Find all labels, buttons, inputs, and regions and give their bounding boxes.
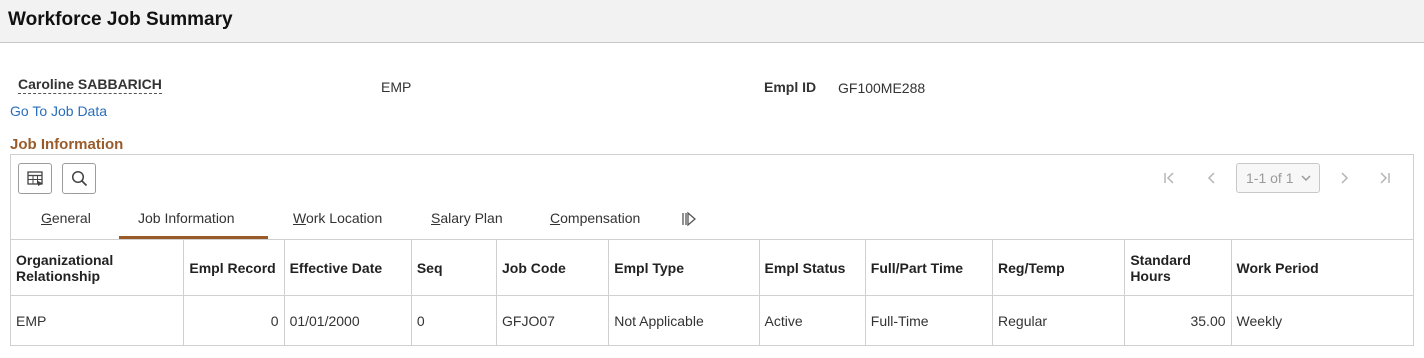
emplid-value: GF100ME288 (838, 80, 926, 96)
column-header[interactable]: Job Code (495, 239, 610, 296)
org-relationship: EMP (381, 79, 412, 95)
column-header[interactable]: Reg/Temp (992, 239, 1126, 296)
tab-salary-plan[interactable]: Salary Plan (431, 210, 503, 239)
show-all-columns-button[interactable] (681, 211, 697, 230)
next-page-icon (1341, 172, 1349, 184)
page-range-value: 1-1 of 1 (1246, 170, 1294, 186)
table-cell: 01/01/2000 (283, 295, 412, 346)
employee-name[interactable]: Caroline SABBARICH (18, 76, 162, 94)
table-cell: Full-Time (864, 295, 994, 346)
table-cell: 0 (183, 295, 285, 346)
last-page-icon (1380, 172, 1390, 184)
column-header[interactable]: Work Period (1230, 239, 1415, 296)
table-cell: GFJO07 (495, 295, 610, 346)
table-cell: Not Applicable (608, 295, 760, 346)
chevron-down-icon (1301, 175, 1311, 182)
first-page-icon (1164, 172, 1174, 184)
previous-page-icon (1207, 172, 1215, 184)
column-header[interactable]: Empl Type (608, 239, 760, 296)
column-header[interactable]: Seq (410, 239, 498, 296)
tab-work-location[interactable]: Work Location (293, 210, 382, 239)
column-header[interactable]: Empl Status (758, 239, 866, 296)
table-row: EMP 0 01/01/2000 0 GFJO07 Not Applicable… (9, 295, 1415, 346)
first-page-button[interactable] (1159, 167, 1181, 189)
section-title: Job Information (10, 136, 124, 153)
emplid-label: Empl ID (764, 79, 817, 95)
page-title: Workforce Job Summary (8, 9, 233, 30)
search-icon (71, 170, 87, 187)
page-range-select[interactable]: 1-1 of 1 (1236, 163, 1320, 193)
column-header[interactable]: Organizational Relationship (9, 239, 185, 296)
column-header[interactable]: Full/Part Time (864, 239, 994, 296)
grid-settings-icon (26, 171, 43, 186)
column-header[interactable]: Empl Record (183, 239, 285, 296)
table-cell: 35.00 (1124, 295, 1232, 346)
table-cell: Active (758, 295, 866, 346)
table-cell: Regular (992, 295, 1126, 346)
next-page-button[interactable] (1333, 167, 1355, 189)
table-cell: 0 (410, 295, 498, 346)
tab-general[interactable]: General (41, 210, 91, 239)
tab-compensation[interactable]: Compensation (550, 210, 640, 239)
table-header-row: Organizational Relationship Empl Record … (9, 239, 1415, 296)
table-cell: Weekly (1230, 295, 1415, 346)
go-to-job-data-link[interactable]: Go To Job Data (10, 103, 107, 119)
find-button[interactable] (62, 163, 96, 194)
page-header: Workforce Job Summary (0, 0, 1424, 43)
previous-page-button[interactable] (1201, 167, 1223, 189)
job-table: Organizational Relationship Empl Record … (9, 239, 1415, 346)
column-header[interactable]: Effective Date (283, 239, 412, 296)
job-information-grid: 1-1 of 1 General Job Information Work Lo… (9, 154, 1415, 346)
personalize-grid-button[interactable] (18, 163, 52, 194)
expand-tabs-icon (682, 211, 696, 227)
last-page-button[interactable] (1373, 167, 1395, 189)
table-cell: EMP (9, 295, 185, 346)
column-header[interactable]: Standard Hours (1124, 239, 1232, 296)
tab-job-information[interactable]: Job Information (138, 210, 235, 239)
